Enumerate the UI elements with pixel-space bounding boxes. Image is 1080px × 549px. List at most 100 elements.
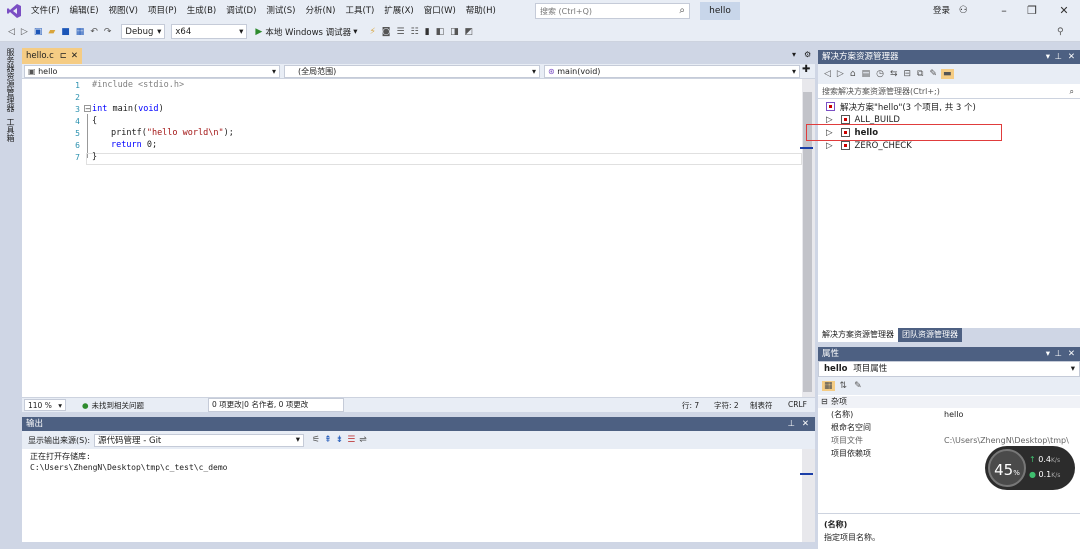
server-explorer-tab[interactable]: 服务器资源管理器 bbox=[5, 48, 16, 112]
menu-debug[interactable]: 调试(D) bbox=[221, 0, 261, 22]
collapse-icon[interactable]: ⊟ bbox=[821, 396, 828, 408]
bookmark-icon[interactable]: ▮ bbox=[423, 27, 432, 37]
close-icon[interactable]: ✕ bbox=[802, 417, 809, 431]
network-speed-widget[interactable]: 45% ↑ 0.4K/s ● 0.1K/s bbox=[985, 446, 1075, 490]
close-icon[interactable]: ✕ bbox=[1068, 50, 1075, 64]
alphabetical-icon[interactable]: ⇅ bbox=[838, 381, 850, 391]
menu-help[interactable]: 帮助(H) bbox=[461, 0, 501, 22]
show-all-files-icon[interactable]: ⧉ bbox=[915, 69, 925, 79]
categorized-icon[interactable]: ▦ bbox=[822, 381, 835, 391]
platform-select[interactable]: x64 ▾ bbox=[171, 24, 248, 39]
settings-icon[interactable]: ⚙ bbox=[804, 50, 811, 59]
menu-analyze[interactable]: 分析(N) bbox=[300, 0, 340, 22]
eol-indicator[interactable]: CRLF bbox=[788, 400, 807, 409]
collapse-all-icon[interactable]: ⊟ bbox=[901, 69, 913, 79]
redo-icon[interactable]: ↷ bbox=[102, 27, 114, 37]
chevron-down-icon[interactable]: ▾ bbox=[1046, 347, 1050, 361]
comment-icon[interactable]: ☰ bbox=[395, 27, 407, 37]
member-nav-select[interactable]: ⊛ main(void) ▾ bbox=[544, 65, 800, 78]
next-message-icon[interactable]: ⇟ bbox=[334, 435, 346, 445]
close-icon[interactable]: ✕ bbox=[1068, 347, 1075, 361]
pin-icon[interactable]: ⊏ bbox=[60, 51, 67, 61]
menu-edit[interactable]: 编辑(E) bbox=[65, 0, 104, 22]
forward-icon[interactable]: ▷ bbox=[835, 69, 846, 79]
back-icon[interactable]: ◁ bbox=[822, 69, 833, 79]
search-icon[interactable]: ⌕ bbox=[1070, 84, 1074, 99]
properties-wrench-icon[interactable]: ✎ bbox=[927, 69, 939, 79]
switch-views-icon[interactable]: ▤ bbox=[860, 69, 873, 79]
menu-tools[interactable]: 工具(T) bbox=[340, 0, 379, 22]
hot-reload-icon[interactable]: ⚡ bbox=[367, 27, 377, 37]
properties-object-select[interactable]: hello 项目属性 ▾ bbox=[818, 361, 1080, 377]
preview-icon[interactable]: ▬ bbox=[941, 69, 954, 79]
open-folder-icon[interactable]: ▰ bbox=[46, 27, 57, 37]
tab-hello-c[interactable]: hello.c ⊏ ✕ bbox=[22, 48, 82, 64]
solution-search-input[interactable]: 搜索解决方案资源管理器(Ctrl+;) ⌕ bbox=[818, 84, 1080, 99]
clear-all-icon[interactable]: ☰ bbox=[345, 435, 357, 445]
bookmark-prev-icon[interactable]: ◧ bbox=[434, 27, 447, 37]
tab-dropdown-icon[interactable]: ▾ bbox=[792, 50, 796, 59]
word-wrap-icon[interactable]: ⇌ bbox=[357, 435, 369, 445]
menu-test[interactable]: 测试(S) bbox=[261, 0, 300, 22]
tab-team-explorer[interactable]: 团队资源管理器 bbox=[898, 328, 962, 342]
uncomment-icon[interactable]: ☷ bbox=[409, 27, 421, 37]
menu-extensions[interactable]: 扩展(X) bbox=[379, 0, 418, 22]
menu-file[interactable]: 文件(F) bbox=[26, 0, 65, 22]
menu-view[interactable]: 视图(V) bbox=[104, 0, 143, 22]
property-row[interactable]: 根命名空间 bbox=[818, 422, 1080, 434]
config-select[interactable]: Debug ▾ bbox=[121, 24, 166, 39]
expand-arrow-icon[interactable]: ▷ bbox=[826, 141, 833, 151]
pin-icon[interactable]: ⊥ bbox=[1055, 50, 1062, 64]
start-debugging-button[interactable]: ▶ 本地 Windows 调试器 ▾ bbox=[255, 26, 357, 38]
save-all-icon[interactable]: ▦ bbox=[74, 27, 87, 37]
issues-indicator[interactable]: ● 未找到相关问题 bbox=[82, 400, 144, 411]
split-icon[interactable]: ✚ bbox=[802, 64, 810, 75]
project-nav-select[interactable]: ▣ hello ▾ bbox=[24, 65, 280, 78]
search-input[interactable]: 搜索 (Ctrl+Q) ⌕ bbox=[535, 3, 690, 19]
find-message-icon[interactable]: ⚟ bbox=[310, 435, 322, 445]
output-scrollbar[interactable] bbox=[802, 449, 815, 542]
scope-nav-select[interactable]: (全局范围) ▾ bbox=[284, 65, 540, 78]
pending-changes-icon[interactable]: ◷ bbox=[874, 69, 886, 79]
zoom-select[interactable]: 110 % ▾ bbox=[24, 399, 66, 411]
login-link[interactable]: 登录 ⚇ bbox=[933, 0, 968, 22]
pin-icon[interactable]: ⊥ bbox=[1055, 347, 1062, 361]
maximize-button[interactable]: ❐ bbox=[1018, 0, 1046, 22]
chevron-down-icon[interactable]: ▾ bbox=[1046, 50, 1050, 64]
output-text-area[interactable]: 正在打开存储库: C:\Users\ZhengN\Desktop\tmp\c_t… bbox=[22, 449, 802, 542]
bookmark-next-icon[interactable]: ◨ bbox=[448, 27, 461, 37]
output-source-select[interactable]: 源代码管理 - Git ▾ bbox=[94, 433, 305, 447]
live-share-icon[interactable]: ⚲ bbox=[1055, 27, 1066, 37]
sync-icon[interactable]: ⇆ bbox=[888, 69, 900, 79]
pin-icon[interactable]: ⊥ bbox=[788, 417, 795, 431]
tree-solution-root[interactable]: 解决方案"hello"(3 个项目, 共 3 个) bbox=[826, 100, 976, 113]
search-icon[interactable]: ⌕ bbox=[679, 5, 685, 16]
property-row[interactable]: (名称) hello bbox=[818, 409, 1080, 421]
forward-icon[interactable]: ▷ bbox=[19, 27, 30, 37]
close-icon[interactable]: ✕ bbox=[71, 51, 78, 61]
tabs-indicator[interactable]: 制表符 bbox=[750, 400, 773, 411]
expand-arrow-icon[interactable]: ▷ bbox=[826, 115, 833, 125]
menu-window[interactable]: 窗口(W) bbox=[419, 0, 461, 22]
visual-studio-logo-icon[interactable] bbox=[6, 3, 22, 19]
screenshot-icon[interactable]: ◙ bbox=[380, 27, 393, 37]
bookmark-clear-icon[interactable]: ◩ bbox=[463, 27, 476, 37]
category-row[interactable]: ⊟ 杂项 bbox=[818, 396, 1080, 408]
tab-solution-explorer[interactable]: 解决方案资源管理器 bbox=[818, 328, 898, 342]
line-indicator[interactable]: 行: 7 bbox=[682, 400, 699, 411]
minimize-button[interactable]: – bbox=[990, 0, 1018, 22]
home-icon[interactable]: ⌂ bbox=[848, 69, 858, 79]
property-pages-icon[interactable]: ✎ bbox=[852, 381, 864, 391]
code-editor[interactable]: 1 2 3 4 5 6 7 − #include <stdio.h> int m… bbox=[22, 79, 802, 397]
collapse-icon[interactable]: − bbox=[84, 105, 91, 113]
menu-project[interactable]: 项目(P) bbox=[143, 0, 182, 22]
menu-build[interactable]: 生成(B) bbox=[182, 0, 221, 22]
save-icon[interactable]: ■ bbox=[59, 27, 72, 37]
prev-message-icon[interactable]: ⇞ bbox=[322, 435, 334, 445]
codelens-changes[interactable]: 0 项更改|0 名作者, 0 项更改 bbox=[208, 398, 344, 412]
new-project-icon[interactable]: ▣ bbox=[32, 27, 45, 37]
close-button[interactable]: ✕ bbox=[1050, 0, 1078, 22]
toolbox-tab[interactable]: 工具箱 bbox=[5, 118, 16, 142]
back-icon[interactable]: ◁ bbox=[6, 27, 17, 37]
char-indicator[interactable]: 字符: 2 bbox=[714, 400, 739, 411]
